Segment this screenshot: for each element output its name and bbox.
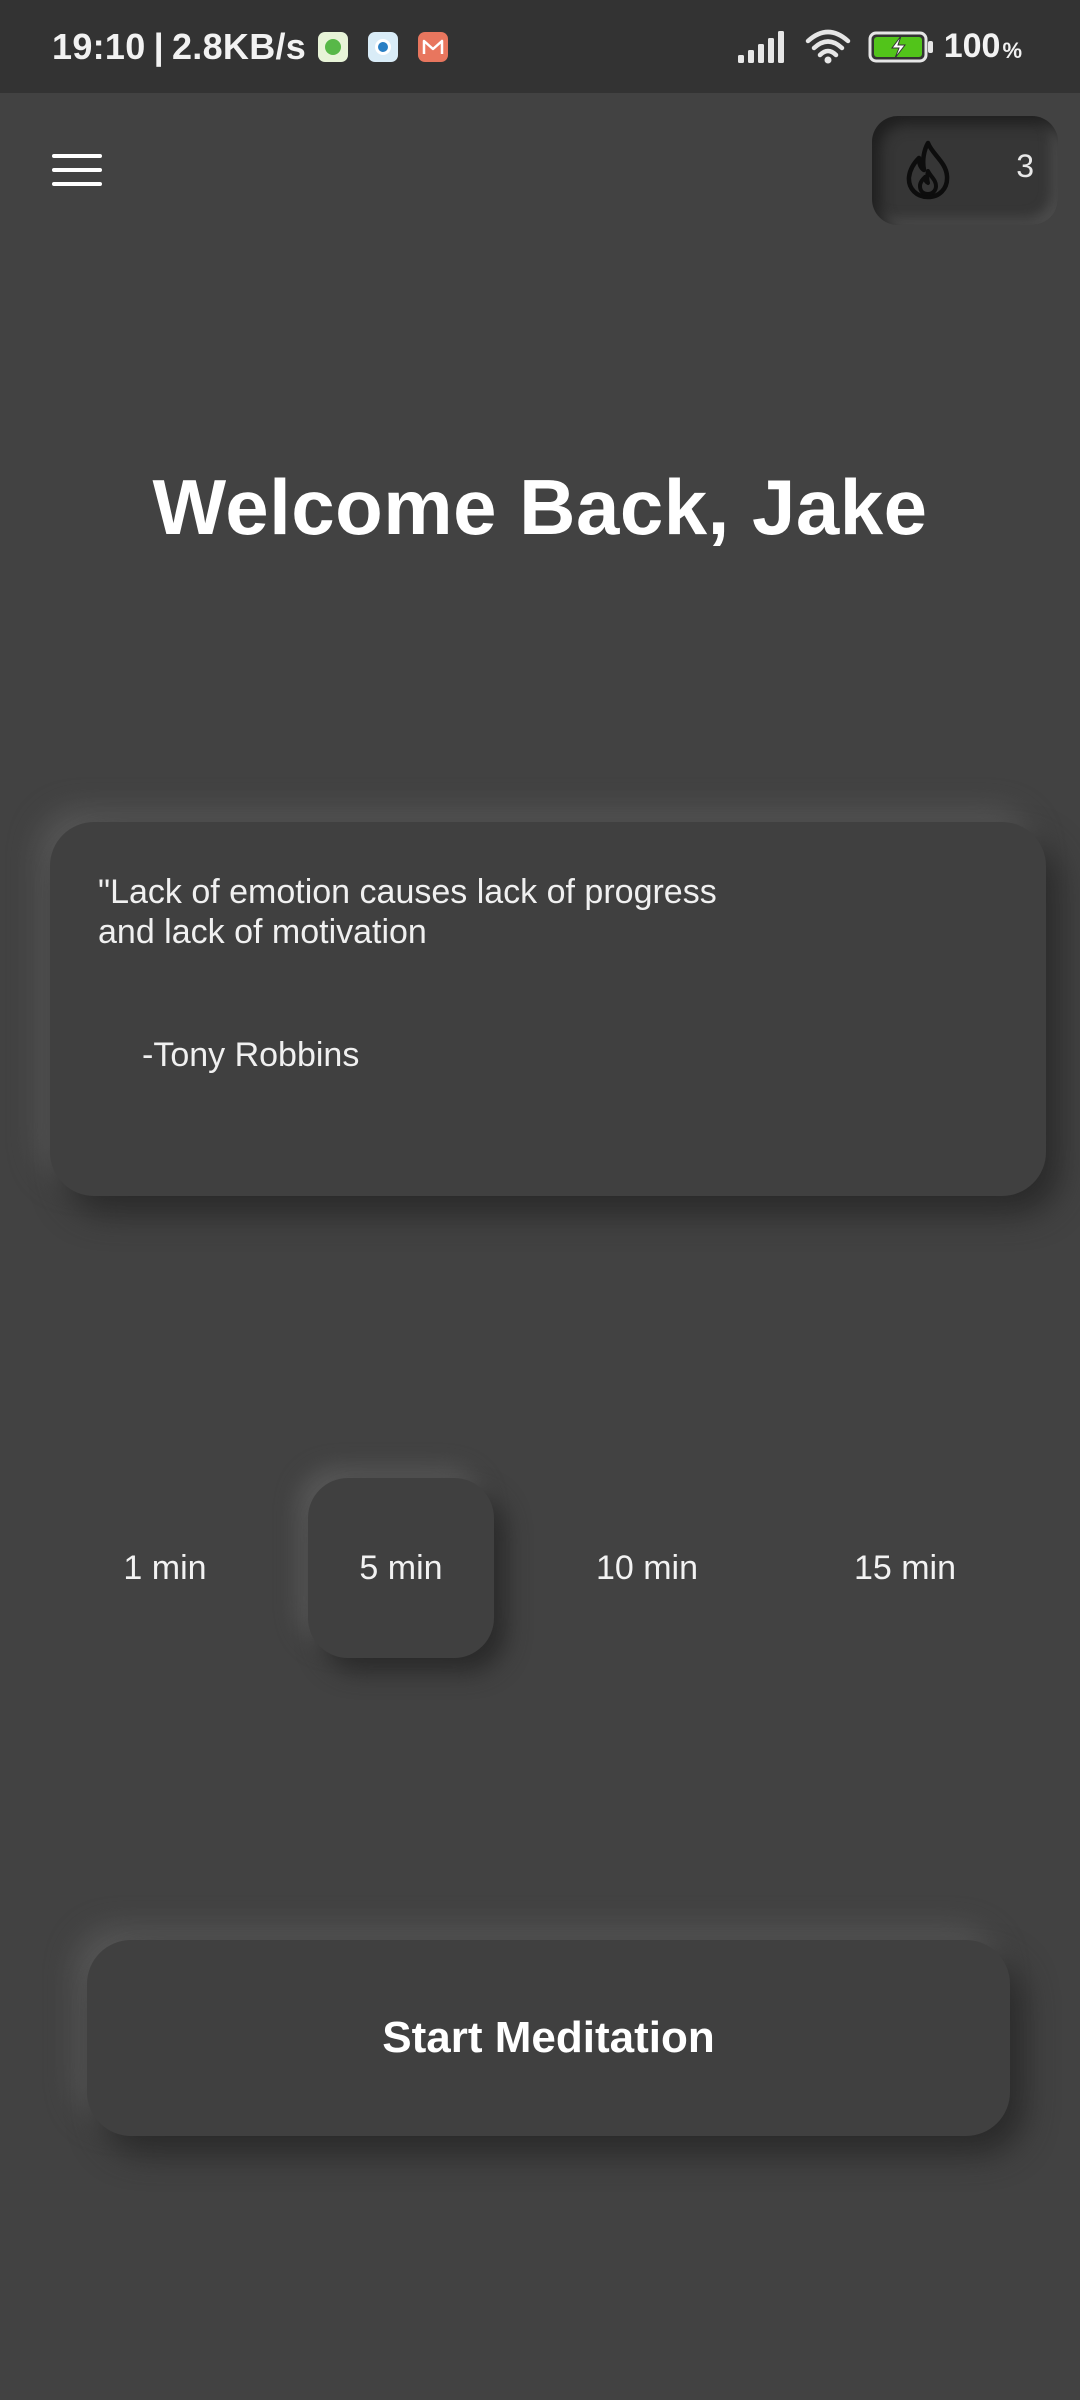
blue-app-icon: [368, 31, 399, 62]
menu-button[interactable]: [44, 140, 110, 200]
mail-app-icon: [418, 31, 449, 62]
duration-option-1-min[interactable]: 1 min: [100, 1478, 230, 1658]
duration-option-15-min[interactable]: 15 min: [830, 1478, 980, 1658]
signal-icon: [737, 30, 786, 63]
duration-option-10-min[interactable]: 10 min: [572, 1478, 722, 1658]
battery-percent: 100: [943, 27, 1001, 65]
quote-text: "Lack of emotion causes lack of progress…: [98, 873, 717, 951]
hamburger-menu-icon: [52, 154, 102, 158]
quote-card: "Lack of emotion causes lack of progress…: [50, 822, 1046, 1196]
duration-option-5-min[interactable]: 5 min: [308, 1478, 494, 1658]
hamburger-line: [52, 168, 102, 172]
duration-selector: 1 min 5 min 10 min 15 min: [0, 1478, 1080, 1658]
status-separator: |: [153, 25, 164, 67]
wifi-icon: [804, 29, 852, 65]
status-time: 19:10: [52, 25, 146, 67]
status-right: 100 %: [737, 0, 1022, 93]
quote-author: -Tony Robbins: [142, 1036, 360, 1074]
streak-count: 3: [1016, 148, 1034, 184]
battery-percent-sign: %: [1002, 37, 1022, 63]
start-meditation-button[interactable]: Start Meditation: [87, 1940, 1010, 2136]
flame-icon: [902, 140, 954, 205]
status-left: 19:10 | 2.8KB/s: [52, 0, 449, 93]
green-app-icon: [318, 31, 349, 62]
streak-badge[interactable]: 3: [872, 116, 1058, 225]
network-speed: 2.8KB/s: [171, 25, 307, 67]
hamburger-line: [52, 182, 102, 186]
battery-charging-icon: [868, 31, 934, 63]
welcome-title: Welcome Back, Jake: [152, 463, 928, 551]
status-bar: 19:10 | 2.8KB/s 100 %: [0, 0, 1080, 93]
